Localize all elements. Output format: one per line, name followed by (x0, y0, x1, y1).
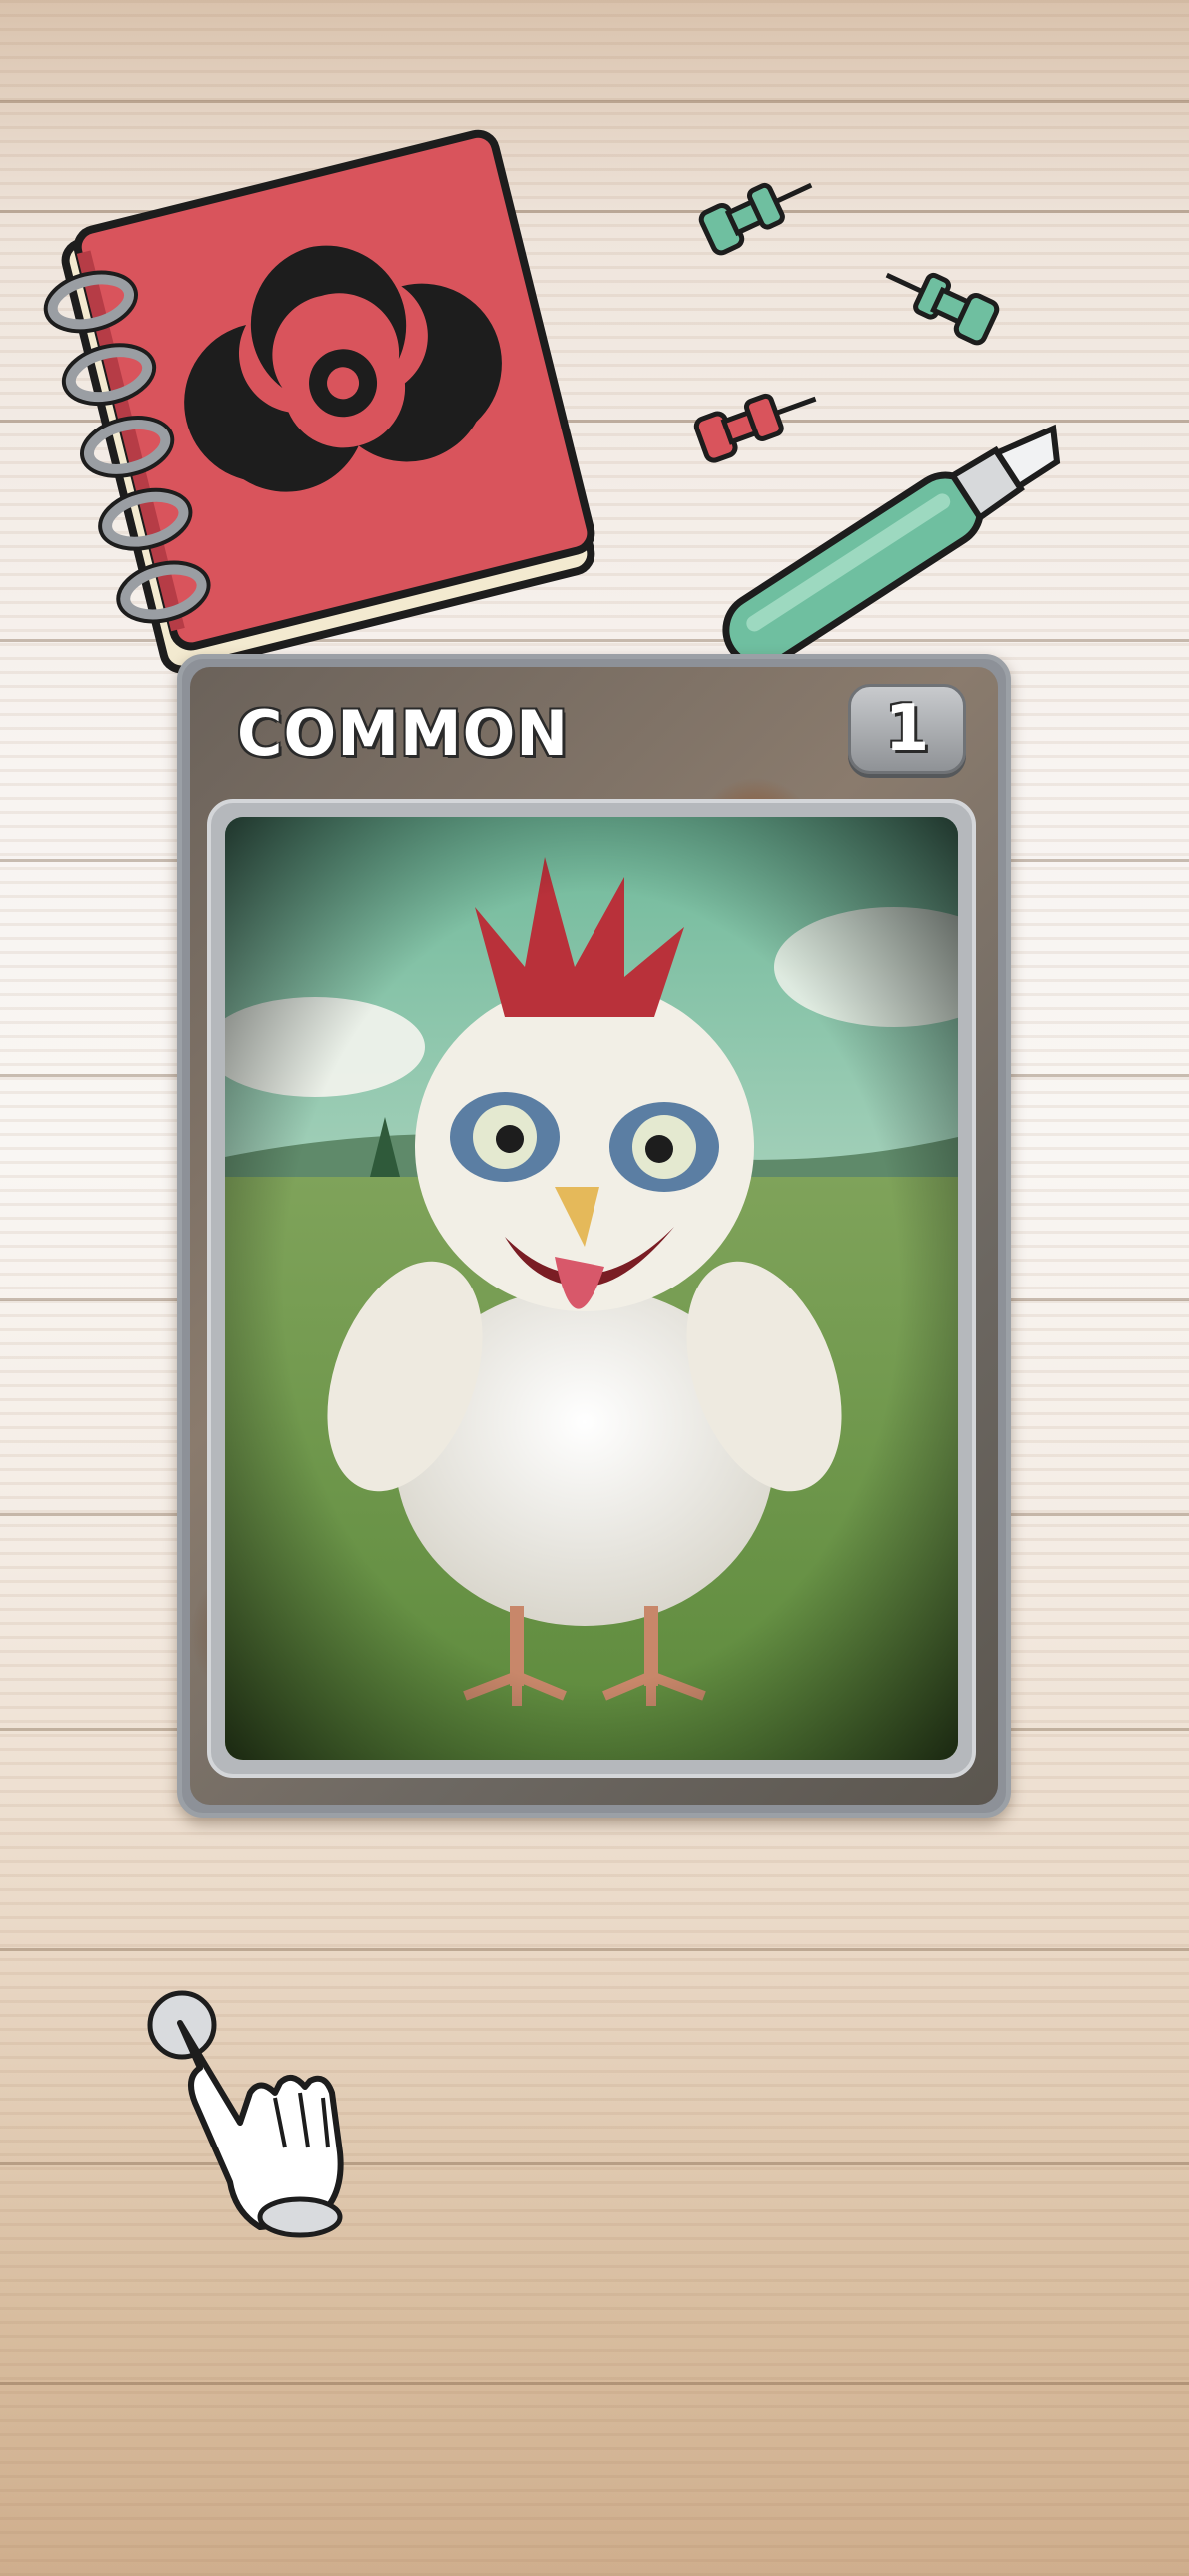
creature-card[interactable]: COMMON 1 (177, 654, 1011, 1818)
card-rarity-label: COMMON (237, 697, 570, 770)
card-level-badge: 1 (848, 684, 966, 774)
biohazard-book-icon[interactable] (30, 110, 669, 689)
card-art-frame (207, 799, 976, 1778)
card-level-value: 1 (884, 692, 930, 766)
green-pushpin-icon[interactable] (694, 160, 824, 270)
pointing-hand-icon (147, 1990, 344, 2238)
green-pushpin-icon[interactable] (874, 250, 1004, 360)
utility-knife-icon[interactable] (679, 415, 1089, 674)
chicken-artwork (225, 817, 958, 1760)
